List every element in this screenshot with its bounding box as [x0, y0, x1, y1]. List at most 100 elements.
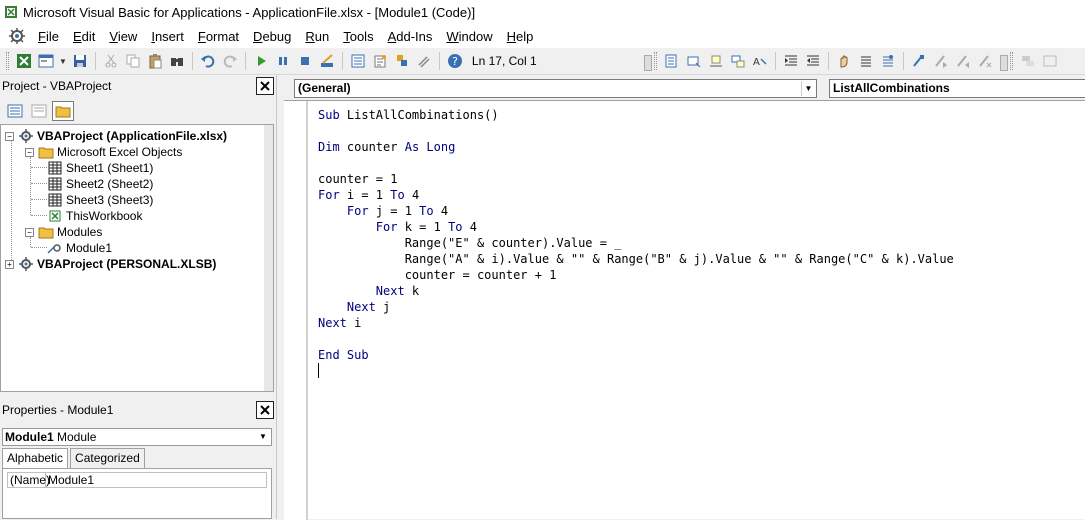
outdent-button[interactable]: [803, 51, 823, 71]
pane-splitter[interactable]: [276, 75, 284, 519]
excel-icon: [17, 54, 31, 68]
reset-button[interactable]: [295, 51, 315, 71]
menu-item-tools[interactable]: Tools: [337, 29, 381, 44]
chevron-down-icon[interactable]: ▼: [59, 57, 67, 66]
clear-bookmarks-button[interactable]: [975, 51, 995, 71]
toolbox-button[interactable]: [414, 51, 434, 71]
menu-item-run[interactable]: Run: [299, 29, 337, 44]
tree-item[interactable]: ThisWorkbook: [45, 208, 142, 224]
code-line[interactable]: For j = 1 To 4: [318, 203, 448, 219]
chevron-down-icon[interactable]: ▼: [801, 81, 815, 96]
tree-item[interactable]: Sheet1 (Sheet1): [45, 160, 153, 176]
next-bookmark-button[interactable]: [931, 51, 951, 71]
toggle-bookmark-button[interactable]: [909, 51, 929, 71]
menu-item-add-ins[interactable]: Add-Ins: [382, 29, 441, 44]
code-line[interactable]: Range("A" & i).Value & "" & Range("B" & …: [318, 251, 954, 267]
code-line[interactable]: End Sub: [318, 347, 369, 363]
code-line[interactable]: Range("E" & counter).Value = _: [318, 235, 622, 251]
properties-panel-title: Properties - Module1: [2, 403, 114, 417]
quick-info-button[interactable]: [706, 51, 726, 71]
break-button[interactable]: [273, 51, 293, 71]
toolbar-grip[interactable]: [1009, 52, 1013, 70]
toggle-breakpoint-button[interactable]: [834, 51, 854, 71]
view-object-button[interactable]: [28, 101, 50, 121]
code-line[interactable]: Dim counter As Long: [318, 139, 455, 155]
list-constants-button[interactable]: [684, 51, 704, 71]
menu-item-insert[interactable]: Insert: [145, 29, 192, 44]
code-line[interactable]: For k = 1 To 4: [318, 219, 477, 235]
design-mode-button[interactable]: [317, 51, 337, 71]
close-properties-button[interactable]: [256, 401, 274, 419]
collapse-icon[interactable]: −: [25, 147, 34, 157]
cut-button[interactable]: [101, 51, 121, 71]
menu-item-view[interactable]: View: [103, 29, 145, 44]
uncomment-block-button[interactable]: [878, 51, 898, 71]
collapse-icon[interactable]: −: [25, 227, 34, 237]
object-combo[interactable]: (General) ▼: [294, 79, 817, 98]
previous-bookmark-button[interactable]: [953, 51, 973, 71]
code-line[interactable]: Next j: [318, 299, 390, 315]
margin-indicator-bar[interactable]: [284, 101, 308, 520]
menu-item-file[interactable]: File: [32, 29, 67, 44]
properties-window-button[interactable]: [370, 51, 390, 71]
save-button[interactable]: [70, 51, 90, 71]
comment-block-button[interactable]: [856, 51, 876, 71]
property-value[interactable]: Module1: [46, 473, 94, 487]
collapse-icon[interactable]: −: [5, 131, 14, 141]
insert-userform-button[interactable]: [36, 51, 56, 71]
list-properties-button[interactable]: [662, 51, 682, 71]
toggle-folders-button[interactable]: [52, 101, 74, 121]
tree-item[interactable]: − Microsoft Excel Objects: [25, 144, 182, 160]
parameter-info-button[interactable]: [728, 51, 748, 71]
tree-item[interactable]: − Modules: [25, 224, 102, 240]
sheet-icon: [47, 161, 63, 175]
complete-word-button[interactable]: A: [750, 51, 770, 71]
toolbar-overflow-handle[interactable]: [643, 55, 652, 71]
code-line[interactable]: Sub ListAllCombinations(): [318, 107, 499, 123]
tab-categorized[interactable]: Categorized: [70, 448, 145, 468]
toolbar-overflow-handle[interactable]: [999, 55, 1008, 71]
tree-item[interactable]: Sheet3 (Sheet3): [45, 192, 153, 208]
menu-item-edit[interactable]: Edit: [67, 29, 103, 44]
code-line[interactable]: counter = 1: [318, 171, 397, 187]
userform-group-button[interactable]: [1040, 51, 1060, 71]
copy-button[interactable]: [123, 51, 143, 71]
project-explorer-button[interactable]: [348, 51, 368, 71]
code-line[interactable]: For i = 1 To 4: [318, 187, 419, 203]
object-selector[interactable]: Module1 Module ▼: [2, 428, 272, 446]
code-line[interactable]: Next i: [318, 315, 361, 331]
expand-icon[interactable]: +: [5, 259, 14, 269]
tree-item[interactable]: − VBAProject (ApplicationFile.xlsx): [5, 128, 227, 144]
view-excel-button[interactable]: [14, 51, 34, 71]
toolbar-grip[interactable]: [653, 52, 657, 70]
menu-item-debug[interactable]: Debug: [247, 29, 299, 44]
code-line[interactable]: Next k: [318, 283, 419, 299]
run-button[interactable]: [251, 51, 271, 71]
indent-button[interactable]: [781, 51, 801, 71]
close-project-button[interactable]: [256, 77, 274, 95]
tab-alphabetic[interactable]: Alphabetic: [2, 448, 69, 468]
view-code-button[interactable]: [4, 101, 26, 121]
vba-cog-icon[interactable]: [8, 27, 26, 45]
property-row[interactable]: (Name) Module1: [7, 472, 267, 488]
userform-align-button[interactable]: [1018, 51, 1038, 71]
undo-button[interactable]: [198, 51, 218, 71]
tree-item[interactable]: Sheet2 (Sheet2): [45, 176, 153, 192]
find-button[interactable]: [167, 51, 187, 71]
paste-button[interactable]: [145, 51, 165, 71]
procedure-combo[interactable]: ListAllCombinations: [829, 79, 1085, 98]
tree-item[interactable]: + VBAProject (PERSONAL.XLSB): [5, 256, 216, 272]
object-browser-button[interactable]: [392, 51, 412, 71]
chevron-down-icon[interactable]: ▼: [256, 430, 270, 444]
code-editor[interactable]: Sub ListAllCombinations() Dim counter As …: [284, 100, 1085, 520]
code-line[interactable]: counter = counter + 1: [318, 267, 557, 283]
menu-item-help[interactable]: Help: [501, 29, 542, 44]
redo-button[interactable]: [220, 51, 240, 71]
toolbar-grip[interactable]: [6, 52, 9, 70]
tree-item[interactable]: Module1: [45, 240, 112, 256]
menu-accelerator: R: [305, 28, 315, 44]
menu-item-format[interactable]: Format: [192, 29, 247, 44]
menu-item-window[interactable]: Window: [440, 29, 500, 44]
help-button[interactable]: ?: [445, 51, 465, 71]
project-scrollbar[interactable]: [264, 125, 273, 391]
